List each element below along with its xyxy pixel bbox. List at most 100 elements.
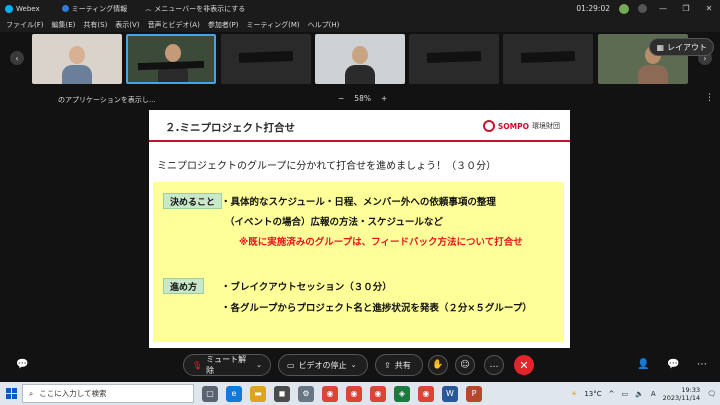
decide-line-2: （イベントの場合）広報の方法・スケジュールなど — [225, 217, 443, 228]
task-view-icon[interactable]: ▢ — [202, 385, 218, 402]
slide-title: ２.ミニプロジェクト打合せ — [165, 122, 295, 134]
redaction-bar — [137, 60, 205, 71]
method-line-1: ・ブレイクアウトセッション（３０分） — [221, 282, 392, 293]
chat-bubble-icon[interactable]: 💬 — [16, 359, 28, 370]
meeting-controls: 💬 🎙 ミュート解除 ⌄ ▭ ビデオの停止 ⌄ ⇪ 共有 ✋ ☺ … ✕ 👤 💬… — [0, 352, 720, 379]
participant-strip: ‹ › ▦ レイアウト — [0, 32, 720, 90]
clock-date: 2023/11/14 — [662, 393, 701, 402]
menu-share[interactable]: 共有(S) — [83, 20, 107, 30]
menu-edit[interactable]: 編集(E) — [52, 20, 76, 30]
powerpoint-icon[interactable]: P — [466, 385, 482, 402]
zoom-level: 58% — [354, 94, 371, 103]
chevron-left-icon: ‹ — [15, 53, 19, 63]
hide-menubar-button[interactable]: ︿ メニューバーを非表示にする — [145, 4, 245, 14]
header-divider — [149, 140, 570, 142]
meeting-info-button[interactable]: ミーティング情報 — [61, 4, 127, 14]
clock[interactable]: 19:33 2023/11/14 — [663, 386, 700, 402]
chrome-icon[interactable]: ◉ — [370, 385, 386, 402]
clock-time: 19:33 — [681, 385, 701, 394]
start-button[interactable] — [0, 382, 22, 405]
menu-audio-video[interactable]: 音声とビデオ(A) — [148, 20, 200, 30]
content-box: 決めること ・具体的なスケジュール・日程、メンバー外への依頼事項の整理 （イベン… — [153, 182, 564, 342]
webex-taskbar-icon[interactable]: ◈ — [394, 385, 410, 402]
file-explorer-icon[interactable]: ▬ — [250, 385, 266, 402]
system-tray: ☀ 13°C ^ ▭ 🔈 A 19:33 2023/11/14 🗨 — [571, 382, 716, 405]
unmute-button[interactable]: 🎙 ミュート解除 ⌄ — [183, 354, 271, 376]
participant-video[interactable] — [409, 34, 499, 84]
participant-video[interactable] — [503, 34, 593, 84]
smiley-icon: ☺ — [460, 360, 470, 370]
meeting-timer: 01:29:02 — [576, 4, 610, 13]
mic-muted-icon: 🎙 — [192, 360, 203, 370]
participants-icon[interactable]: 👤 — [637, 359, 649, 370]
participant-video[interactable] — [315, 34, 405, 84]
participant-video[interactable] — [221, 34, 311, 84]
more-options-icon[interactable]: ⋮ — [705, 93, 714, 103]
maximize-icon[interactable]: ❐ — [679, 4, 693, 13]
titlebar-right: 01:29:02 — ❐ ✕ — [576, 0, 716, 17]
speaker-icon[interactable]: 🔈 — [635, 390, 644, 398]
search-placeholder: ここに入力して検索 — [39, 389, 107, 398]
chevron-up-icon: ︿ — [145, 6, 152, 13]
sompo-logo: SOMPO 環境財団 — [482, 120, 560, 132]
chrome-icon[interactable]: ◉ — [346, 385, 362, 402]
app-badge: Webex — [5, 4, 40, 13]
taskbar-search[interactable]: ⌕ ここに入力して検索 — [22, 384, 194, 403]
menu-meeting[interactable]: ミーティング(M) — [247, 20, 300, 30]
zoom-out-button[interactable]: − — [338, 94, 344, 103]
more-dots-icon: … — [489, 360, 499, 370]
chevron-down-icon: ⌄ — [256, 361, 262, 369]
close-icon: ✕ — [519, 358, 529, 372]
hide-menubar-label: メニューバーを非表示にする — [154, 4, 246, 13]
store-icon[interactable]: ◼ — [274, 385, 290, 402]
chat-icon[interactable]: 💬 — [667, 359, 679, 370]
menu-view[interactable]: 表示(V) — [115, 20, 139, 30]
decide-line-1: ・具体的なスケジュール・日程、メンバー外への依頼事項の整理 — [221, 197, 496, 208]
windows-taskbar: ⌕ ここに入力して検索 ▢ e ▬ ◼ ⚙ ◉ ◉ ◉ ◈ ◉ W P ☀ 13… — [0, 382, 720, 405]
weather-temp: 13°C — [584, 389, 602, 398]
chrome-icon[interactable]: ◉ — [418, 385, 434, 402]
redaction-bar — [238, 51, 294, 63]
menu-file[interactable]: ファイル(F) — [6, 20, 44, 30]
shared-app-label: のアプリケーションを表示し... — [58, 96, 156, 104]
chevron-up-icon[interactable]: ^ — [609, 390, 615, 398]
participant-figure — [345, 46, 375, 84]
close-icon[interactable]: ✕ — [702, 4, 716, 13]
avatar[interactable] — [619, 3, 629, 14]
more-button[interactable]: … — [484, 355, 504, 375]
strip-prev-button[interactable]: ‹ — [10, 51, 24, 65]
word-icon[interactable]: W — [442, 385, 458, 402]
ime-icon[interactable]: A — [651, 390, 656, 398]
participant-video[interactable] — [32, 34, 122, 84]
chrome-icon[interactable]: ◉ — [322, 385, 338, 402]
title-bar: Webex ミーティング情報 ︿ メニューバーを非表示にする 01:29:02 … — [0, 0, 720, 17]
info-icon — [61, 5, 69, 12]
zoom-controls: − 58% + — [338, 94, 387, 103]
weather-icon: ☀ — [571, 389, 578, 398]
layout-button[interactable]: ▦ レイアウト — [649, 38, 714, 56]
menu-help[interactable]: ヘルプ(H) — [308, 20, 340, 30]
method-line-2: ・各グループからプロジェクト名と進捗状況を発表（２分×５グループ） — [221, 303, 532, 314]
share-button[interactable]: ⇪ 共有 — [375, 354, 423, 376]
more-dots-icon[interactable]: ⋯ — [697, 359, 707, 370]
reactions-button[interactable]: ☺ — [455, 355, 475, 375]
settings-icon[interactable] — [638, 4, 647, 13]
logo-jp-text: 環境財団 — [532, 122, 560, 130]
recorder-button[interactable]: ✋ — [428, 355, 448, 375]
stop-video-button[interactable]: ▭ ビデオの停止 ⌄ — [278, 354, 368, 376]
stop-video-label: ビデオの停止 — [298, 360, 347, 370]
settings-gear-icon[interactable]: ⚙ — [298, 385, 314, 402]
chevron-down-icon: ⌄ — [350, 361, 357, 369]
edge-icon[interactable]: e — [226, 385, 242, 402]
logo-text: SOMPO — [497, 121, 529, 131]
participant-video-active[interactable] — [126, 34, 216, 84]
tag-decide: 決めること — [163, 193, 223, 209]
network-icon[interactable]: ▭ — [622, 390, 629, 398]
zoom-in-button[interactable]: + — [381, 94, 387, 103]
menu-participants[interactable]: 参加者(P) — [208, 20, 239, 30]
leave-meeting-button[interactable]: ✕ — [514, 355, 534, 375]
redaction-bar — [426, 51, 482, 63]
tag-method: 進め方 — [163, 278, 205, 294]
minimize-icon[interactable]: — — [656, 4, 670, 13]
notification-icon[interactable]: 🗨 — [707, 390, 716, 398]
